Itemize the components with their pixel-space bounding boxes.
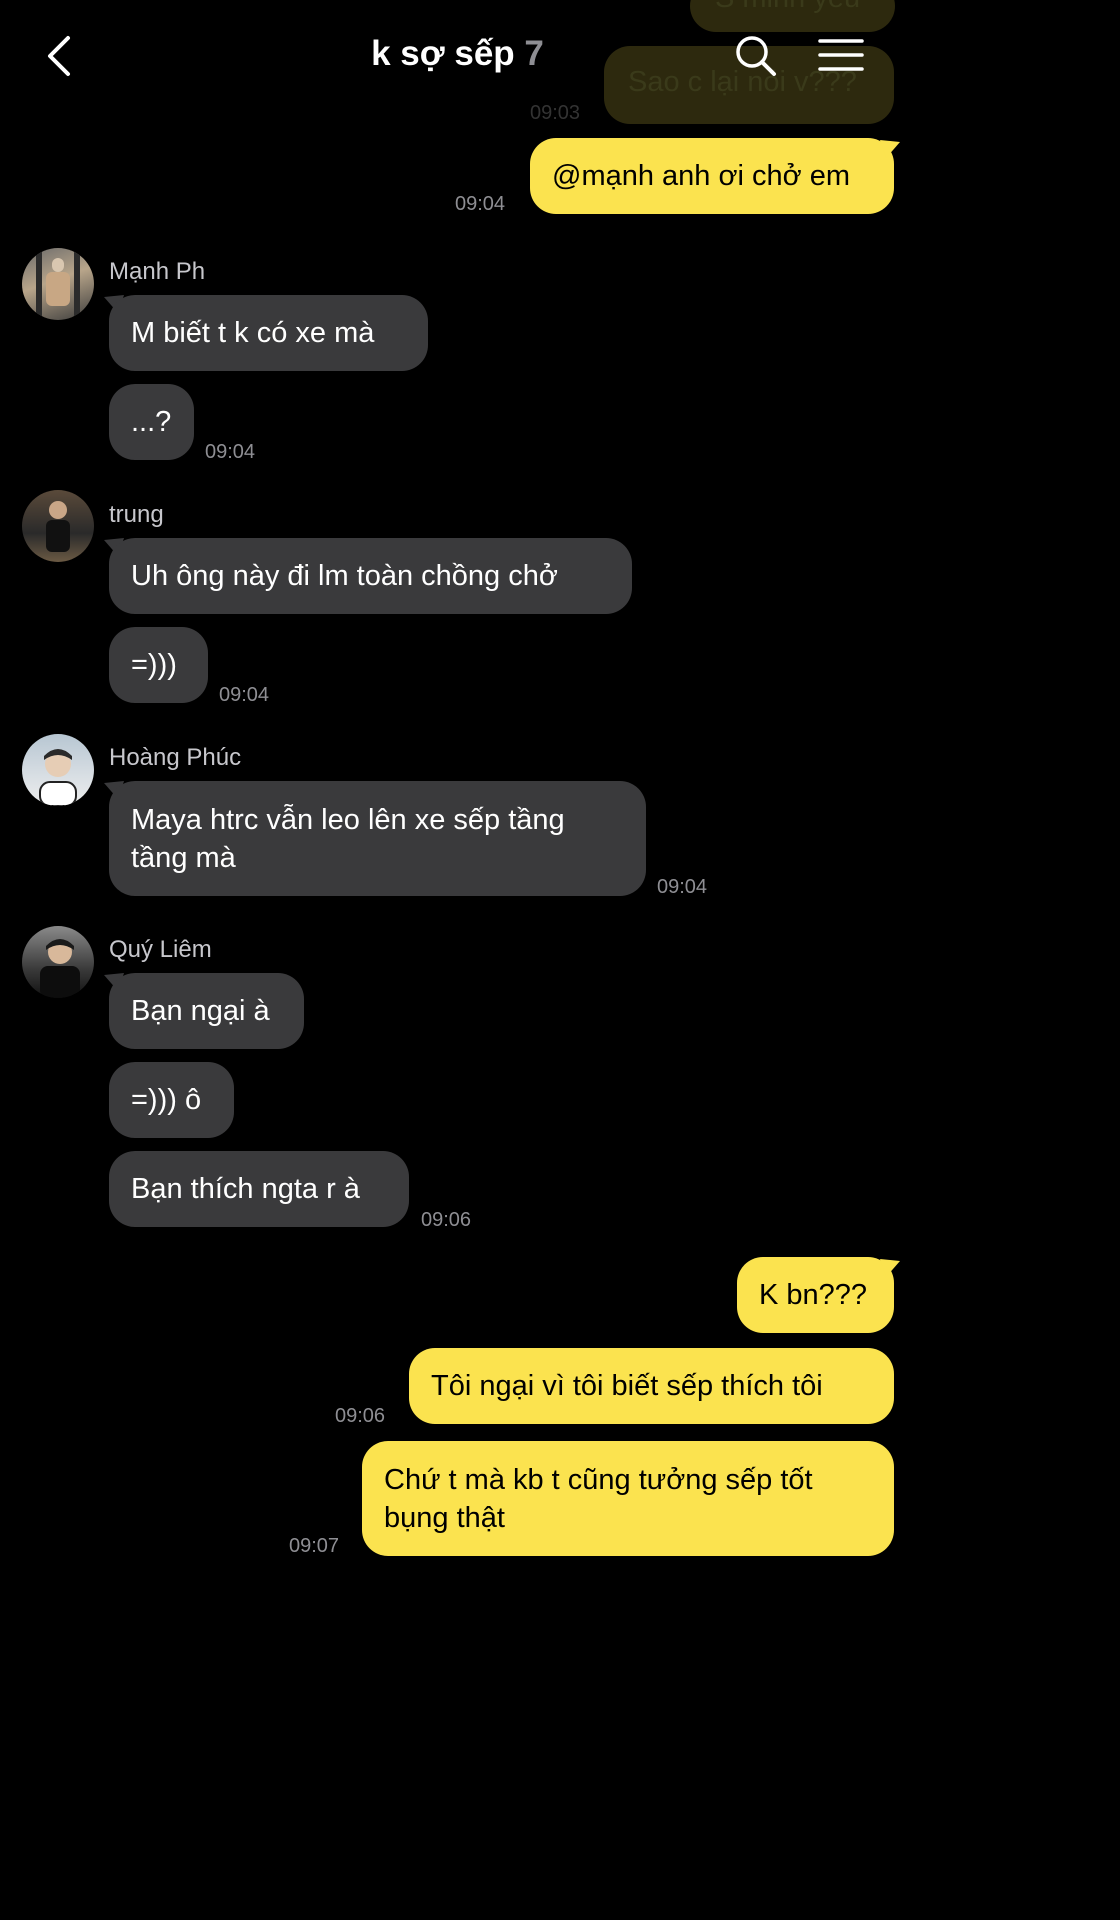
message-bubble-incoming[interactable]: Bạn thích ngta r à (109, 1151, 409, 1227)
avatar-person-icon (36, 248, 80, 320)
sender-name: trung (109, 501, 164, 528)
group-name: k sợ sếp (371, 34, 515, 73)
message-text: =))) ô (131, 1084, 202, 1116)
message-time: 09:04 (219, 684, 270, 706)
message-bubble-incoming[interactable]: =))) ô (109, 1062, 234, 1138)
message-text: Tôi ngại vì tôi biết sếp thích tôi (431, 1370, 823, 1402)
bubble-tail (880, 140, 900, 158)
message-text: K bn??? (759, 1279, 868, 1311)
search-button[interactable] (734, 34, 778, 78)
message-text-line: bụng thật (384, 1502, 505, 1534)
hamburger-menu-icon (818, 39, 864, 71)
sender-name: Quý Liêm (109, 936, 212, 963)
message-bubble-outgoing[interactable]: Chứ t mà kb t cũng tưởng sếp tốt bụng th… (362, 1441, 894, 1556)
search-icon (736, 36, 776, 76)
avatar[interactable] (22, 248, 94, 320)
message-text-line: Maya htrc vẫn leo lên xe sếp tầng (131, 804, 565, 836)
avatar-person-icon (46, 501, 70, 552)
avatar-person-icon (40, 939, 80, 998)
avatar[interactable] (22, 926, 94, 998)
message-bubble-incoming[interactable]: =))) (109, 627, 208, 703)
sender-name: Hoàng Phúc (109, 744, 242, 771)
message-bubble-outgoing[interactable]: @mạnh anh ơi chở em (530, 138, 894, 214)
message-bubble-incoming[interactable]: Maya htrc vẫn leo lên xe sếp tầng tầng m… (109, 781, 646, 896)
message-time: 09:04 (205, 441, 256, 463)
message-text: Bạn thích ngta r à (131, 1173, 360, 1205)
message-text: ...? (131, 406, 172, 438)
message-text-line: tầng mà (131, 842, 236, 874)
message-bubble-incoming[interactable]: ...? (109, 384, 194, 460)
message-text: M biết t k có xe mà (131, 317, 375, 349)
message-bubble-incoming[interactable]: M biết t k có xe mà (109, 295, 428, 371)
bubble-tail (880, 1259, 900, 1277)
message-text-line: Chứ t mà kb t cũng tưởng sếp tốt (384, 1464, 813, 1496)
message-bubble-incoming[interactable]: Bạn ngại à (109, 973, 304, 1049)
message-time: 09:04 (455, 193, 506, 215)
message-text: Bạn ngại à (131, 995, 270, 1027)
partial-message-text: S minh yeu (715, 0, 860, 15)
member-count: 7 (524, 34, 544, 73)
message-time: 09:06 (421, 1209, 472, 1231)
message-time: 09:04 (657, 876, 708, 898)
message-time: 09:07 (289, 1535, 340, 1557)
message-bubble-incoming[interactable]: Uh ông này đi lm toàn chồng chở (109, 538, 632, 614)
message-bubble-outgoing[interactable]: Tôi ngại vì tôi biết sếp thích tôi (409, 1348, 894, 1424)
menu-button[interactable] (818, 38, 864, 74)
message-text: Uh ông này đi lm toàn chồng chở (131, 560, 558, 592)
avatar-person-icon (39, 749, 77, 806)
avatar[interactable] (22, 490, 94, 562)
message-text: @mạnh anh ơi chở em (552, 160, 850, 192)
partial-message-time: 09:03 (530, 102, 581, 124)
avatar[interactable] (22, 734, 94, 806)
message-text: =))) (131, 649, 177, 681)
sender-name: Mạnh Ph (109, 258, 206, 285)
message-bubble-outgoing[interactable]: K bn??? (737, 1257, 894, 1333)
message-time: 09:06 (335, 1405, 386, 1427)
